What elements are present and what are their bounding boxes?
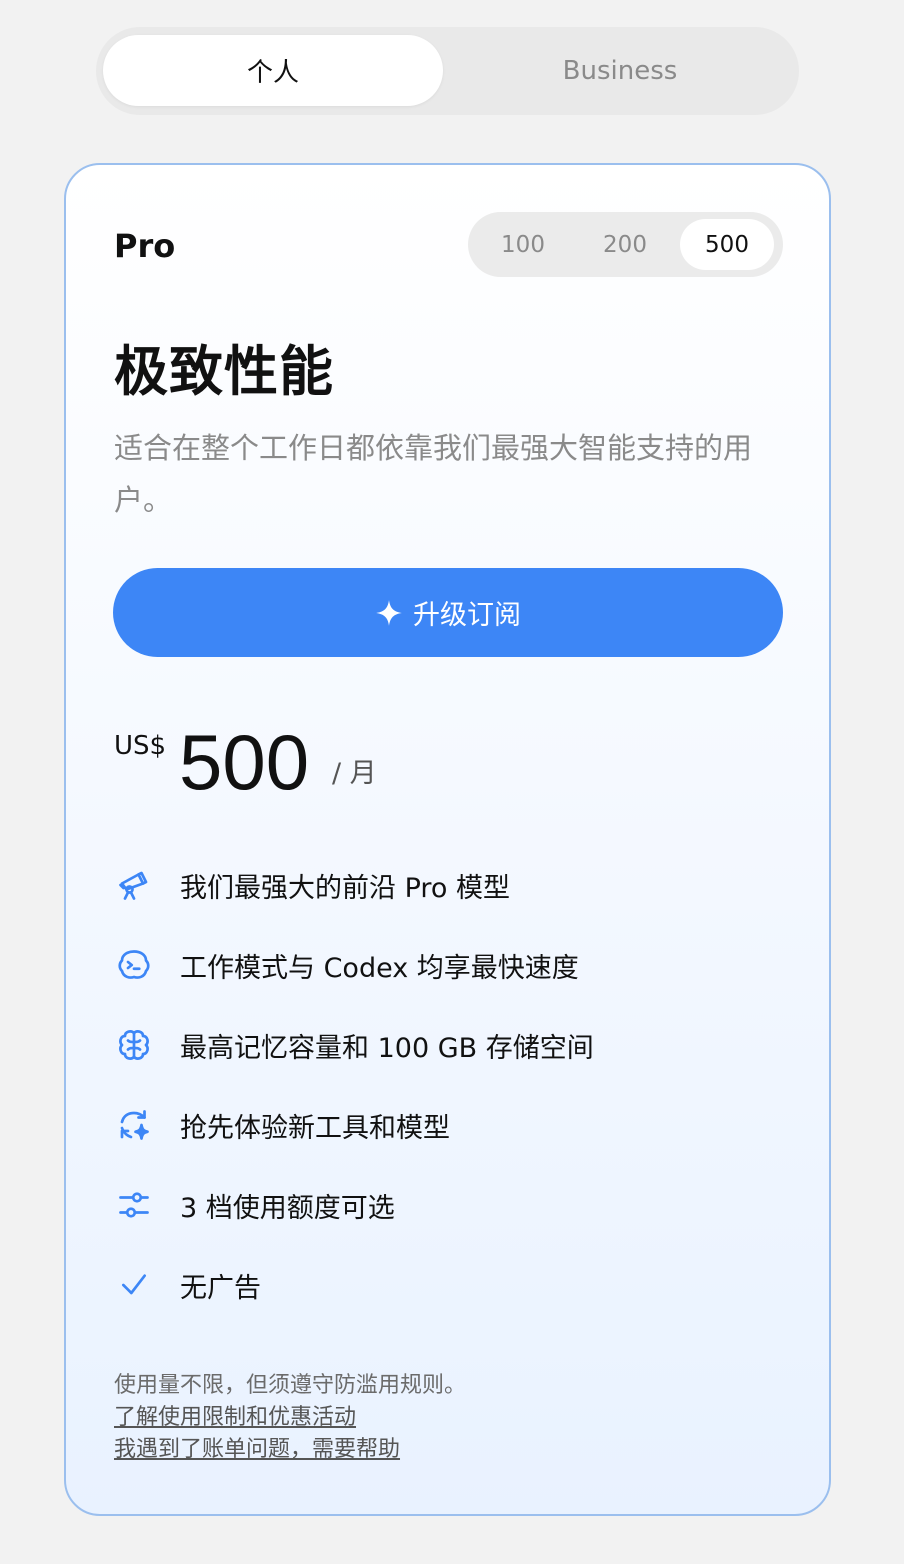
feature-text: 最高记忆容量和 100 GB 存储空间 [180,1032,594,1064]
tier-selector: 100 200 500 [468,212,783,277]
upgrade-button-label: 升级订阅 [413,600,521,631]
feature-list: 我们最强大的前沿 Pro 模型 工作模式与 Codex 均享最快速度 最高记忆容… [114,845,804,1325]
terminal-bubble-icon [114,945,154,985]
tab-personal[interactable]: 个人 [103,35,443,106]
tier-option-200[interactable]: 200 [578,219,672,270]
list-item: 抢先体验新工具和模型 [114,1085,804,1165]
plan-type-toggle: 个人 Business [96,27,799,115]
price-amount: 500 [179,718,310,806]
tier-option-100[interactable]: 100 [476,219,570,270]
price-period: / 月 [332,758,377,789]
plan-description: 适合在整个工作日都依靠我们最强大智能支持的用户。 [114,431,753,517]
refresh-sparkle-icon [114,1105,154,1145]
check-icon [114,1265,154,1305]
list-item: 3 档使用额度可选 [114,1165,804,1245]
price-currency: US$ [114,731,167,761]
list-item: 无广告 [114,1245,804,1325]
sparkle-icon [376,599,402,626]
list-item: 最高记忆容量和 100 GB 存储空间 [114,1005,804,1085]
usage-note-block: 使用量不限，但须遵守防滥用规则。 了解使用限制和优惠活动 我遇到了账单问题，需要… [114,1370,466,1466]
list-item: 我们最强大的前沿 Pro 模型 [114,845,804,925]
list-item: 工作模式与 Codex 均享最快速度 [114,925,804,1005]
plan-headline: 极致性能 [114,340,334,403]
feature-text: 3 档使用额度可选 [180,1192,395,1224]
sliders-icon [114,1185,154,1225]
plan-card: Pro 100 200 500 极致性能 适合在整个工作日都依靠我们最强大智能支… [64,163,831,1516]
telescope-icon [114,865,154,905]
feature-text: 我们最强大的前沿 Pro 模型 [180,872,510,904]
usage-note: 使用量不限，但须遵守防滥用规则。 [114,1373,467,1398]
usage-limits-link[interactable]: 了解使用限制和优惠活动 [114,1402,466,1434]
feature-text: 无广告 [180,1272,261,1304]
brain-icon [114,1025,154,1065]
feature-text: 工作模式与 Codex 均享最快速度 [180,952,579,984]
billing-help-link[interactable]: 我遇到了账单问题，需要帮助 [114,1434,466,1466]
upgrade-button[interactable]: 升级订阅 [113,568,783,657]
plan-name: Pro [114,227,176,265]
tier-option-500[interactable]: 500 [680,219,774,270]
feature-text: 抢先体验新工具和模型 [180,1112,450,1144]
tab-business[interactable]: Business [450,35,790,106]
